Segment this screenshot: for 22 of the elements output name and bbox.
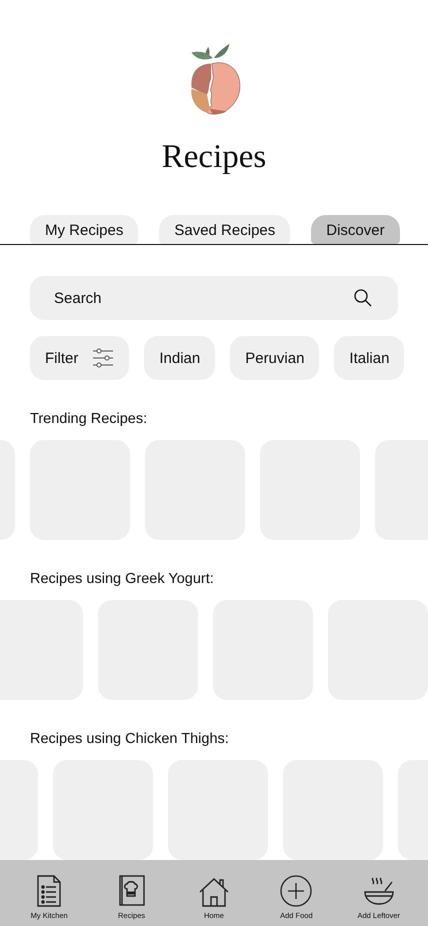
tab[interactable]: My Recipes xyxy=(30,215,138,244)
bowl-icon xyxy=(362,875,395,907)
page-title: Recipes xyxy=(162,139,266,176)
tab[interactable]: Discover xyxy=(311,215,400,244)
home-icon xyxy=(198,877,229,907)
recipe-card[interactable] xyxy=(168,760,268,860)
cuisine-chip[interactable]: Italian xyxy=(334,336,404,380)
section-heading: Trending Recipes: xyxy=(29,411,148,427)
chef-hat-book-icon xyxy=(118,875,146,907)
recipe-card[interactable] xyxy=(283,760,383,860)
search-field[interactable]: Search xyxy=(30,276,398,320)
recipe-card[interactable] xyxy=(53,760,153,860)
search-icon xyxy=(354,289,372,307)
add-icon xyxy=(280,875,312,907)
section-heading: Recipes using Chicken Thighs: xyxy=(29,731,230,747)
cuisine-chip[interactable]: Peruvian xyxy=(230,336,320,380)
list-icon xyxy=(37,875,62,907)
tab[interactable]: Saved Recipes xyxy=(159,215,290,244)
filter-button[interactable]: Filter xyxy=(30,336,130,380)
cuisine-chip[interactable]: Indian xyxy=(144,336,216,380)
sliders-icon xyxy=(92,348,114,368)
section-heading: Recipes using Greek Yogurt: xyxy=(29,571,215,587)
